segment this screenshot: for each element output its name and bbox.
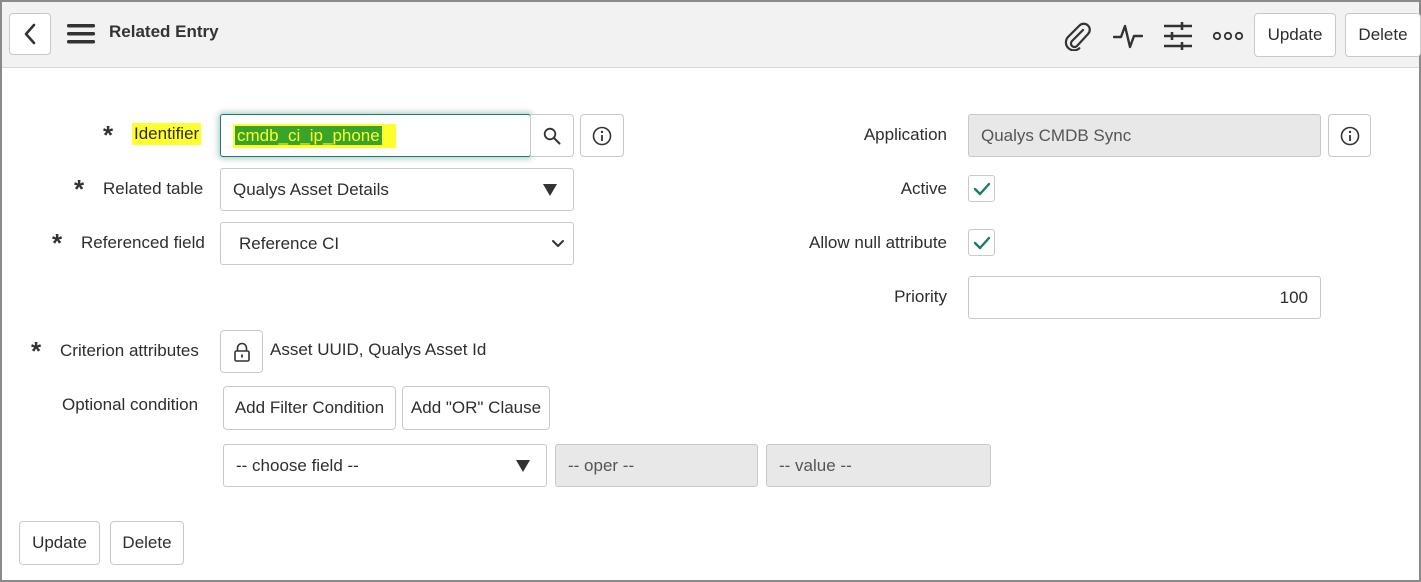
required-marker: * bbox=[31, 336, 42, 366]
choose-field-select[interactable]: -- choose field -- bbox=[223, 444, 547, 487]
identifier-input[interactable]: cmdb_ci_ip_phone bbox=[220, 114, 531, 157]
required-marker: * bbox=[52, 228, 63, 258]
triangle-down-icon bbox=[543, 183, 557, 196]
priority-value: 100 bbox=[1279, 287, 1308, 307]
header-update-button[interactable]: Update bbox=[1254, 13, 1336, 57]
header-delete-button[interactable]: Delete bbox=[1345, 13, 1421, 57]
form-header: Related Entry Update Delete bbox=[2, 2, 1421, 68]
referenced-field-select[interactable]: Reference CI bbox=[220, 222, 574, 265]
priority-input[interactable]: 100 bbox=[968, 276, 1321, 319]
activity-pulse-icon[interactable] bbox=[1112, 20, 1144, 52]
checkmark-icon bbox=[973, 236, 991, 250]
add-or-clause-button[interactable]: Add "OR" Clause bbox=[402, 386, 550, 430]
form-window: Related Entry Update Delete * Identifier… bbox=[0, 0, 1421, 582]
application-value: Qualys CMDB Sync bbox=[981, 125, 1132, 145]
related-table-label: Related table bbox=[103, 179, 204, 198]
criterion-attributes-value: Asset UUID, Qualys Asset Id bbox=[270, 340, 487, 359]
condition-value-placeholder: -- value -- bbox=[779, 455, 852, 475]
triangle-down-icon bbox=[516, 459, 530, 472]
back-button[interactable] bbox=[9, 13, 51, 55]
identifier-value-highlight: cmdb_ci_ip_phone bbox=[233, 123, 396, 148]
allow-null-label: Allow null attribute bbox=[809, 233, 947, 252]
search-icon bbox=[543, 127, 561, 145]
referenced-field-label: Referenced field bbox=[81, 233, 205, 252]
optional-condition-label: Optional condition bbox=[62, 395, 199, 414]
identifier-lookup-button[interactable] bbox=[530, 114, 574, 157]
lock-icon bbox=[233, 342, 251, 362]
info-icon bbox=[1340, 126, 1360, 146]
application-field: Qualys CMDB Sync bbox=[968, 114, 1321, 157]
footer-update-button[interactable]: Update bbox=[19, 521, 100, 565]
more-options-icon[interactable] bbox=[1212, 24, 1244, 48]
condition-value-input: -- value -- bbox=[766, 444, 991, 487]
identifier-info-button[interactable] bbox=[580, 114, 624, 157]
allow-null-checkbox[interactable] bbox=[968, 229, 995, 256]
chevron-left-icon bbox=[23, 23, 37, 45]
checkmark-icon bbox=[973, 182, 991, 196]
referenced-field-value: Reference CI bbox=[239, 233, 340, 253]
footer-delete-button[interactable]: Delete bbox=[110, 521, 184, 565]
add-filter-condition-button[interactable]: Add Filter Condition bbox=[223, 386, 396, 430]
required-marker: * bbox=[103, 120, 114, 150]
priority-label: Priority bbox=[894, 287, 947, 306]
paperclip-icon[interactable] bbox=[1061, 20, 1093, 52]
page-title: Related Entry bbox=[109, 22, 219, 41]
active-checkbox[interactable] bbox=[968, 175, 995, 202]
criterion-unlock-button[interactable] bbox=[220, 330, 263, 373]
personalize-sliders-icon[interactable] bbox=[1162, 19, 1194, 53]
identifier-value: cmdb_ci_ip_phone bbox=[235, 125, 382, 145]
application-info-button[interactable] bbox=[1328, 114, 1371, 157]
hamburger-menu-icon[interactable] bbox=[66, 22, 96, 46]
related-table-value: Qualys Asset Details bbox=[233, 179, 389, 199]
required-marker: * bbox=[74, 174, 85, 204]
active-label: Active bbox=[900, 179, 947, 198]
choose-field-placeholder: -- choose field -- bbox=[236, 455, 359, 475]
operator-select: -- oper -- bbox=[555, 444, 758, 487]
info-icon bbox=[592, 126, 612, 146]
identifier-label: Identifier bbox=[132, 123, 202, 145]
chevron-down-icon bbox=[551, 234, 565, 254]
application-label: Application bbox=[863, 125, 947, 144]
criterion-attributes-label: Criterion attributes bbox=[60, 341, 199, 360]
related-table-select[interactable]: Qualys Asset Details bbox=[220, 168, 574, 211]
operator-placeholder: -- oper -- bbox=[568, 455, 635, 475]
